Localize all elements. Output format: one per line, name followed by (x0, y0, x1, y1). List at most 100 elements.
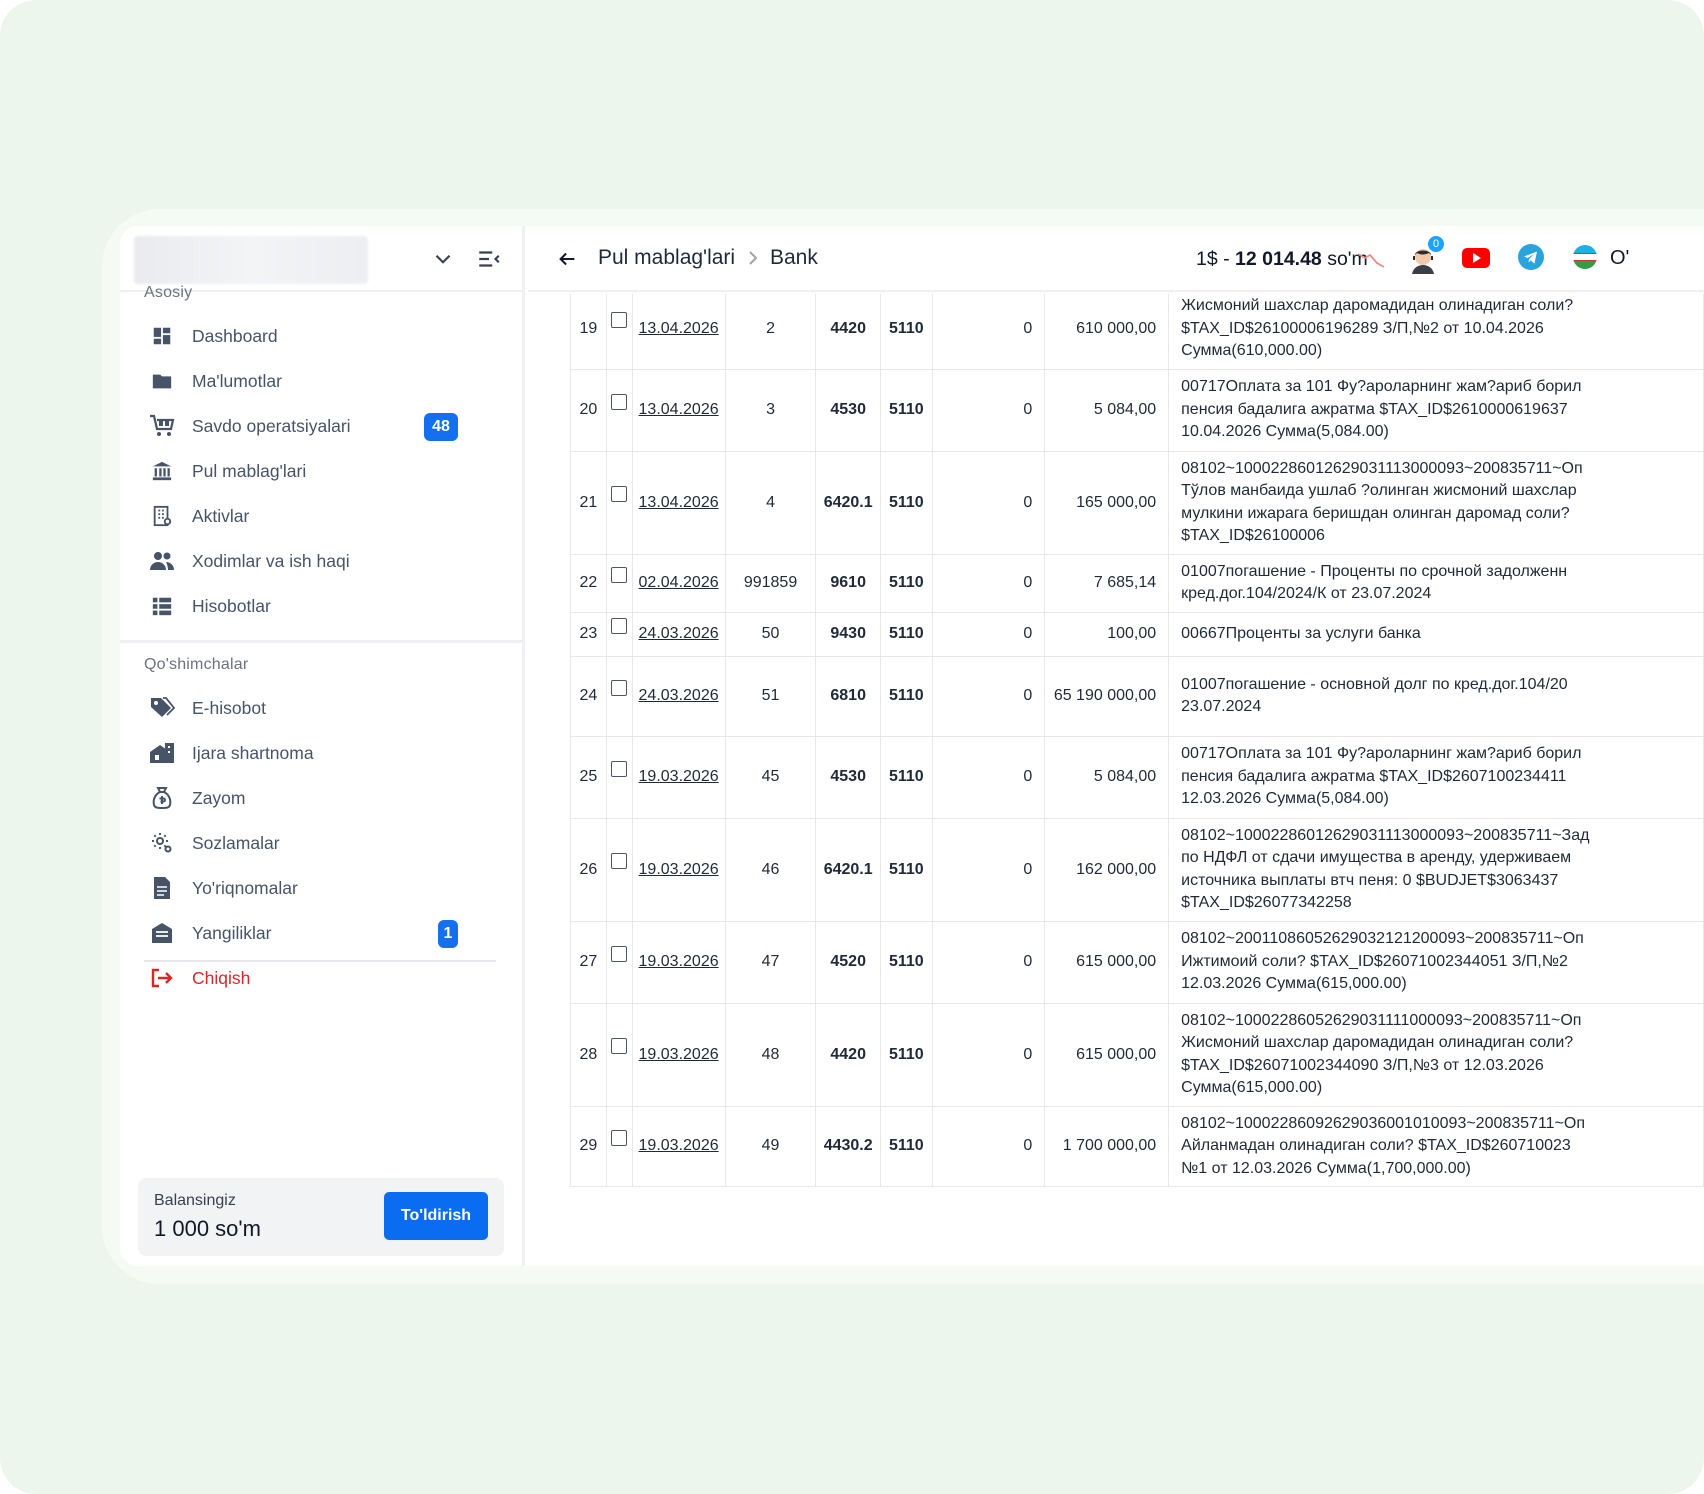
row-date-link[interactable]: 19.03.2026 (639, 1137, 719, 1154)
sidebar-item-ijara[interactable]: Ijara shartnoma (134, 731, 504, 775)
row-date-link[interactable]: 13.04.2026 (639, 320, 719, 337)
app-window: Asosiy Dashboard Ma'lumotlar Savdo opera… (120, 226, 1704, 1266)
row-number: 25 (570, 735, 607, 819)
row-debit-account: 4420 (815, 294, 881, 370)
row-debit-account: 4430.2 (815, 1105, 881, 1187)
sidebar-item-malumotlar[interactable]: Ma'lumotlar (134, 359, 504, 403)
row-checkbox[interactable] (611, 760, 628, 777)
sidebar-item-aktivlar[interactable]: Aktivlar (134, 494, 504, 538)
row-checkbox-cell (605, 294, 633, 370)
row-date-link[interactable]: 24.03.2026 (639, 625, 719, 642)
money-bag-icon (148, 784, 176, 812)
row-description: 00717Оплата за 101 Фу?аролар­нинг жам?ар… (1168, 368, 1704, 452)
telegram-icon[interactable] (1518, 244, 1544, 270)
row-value-zero: 0 (931, 1105, 1046, 1187)
row-date-cell: 24.03.2026 (631, 655, 726, 737)
users-icon (148, 547, 176, 575)
table-row[interactable]: 26 19.03.2026 46 6420.1 5110 0 162 000,00 08102… (570, 817, 1704, 922)
table-row[interactable]: 27 19.03.2026 47 4520 5110 0 615 000,00 08102~2… (570, 920, 1704, 1004)
row-number: 20 (570, 368, 607, 452)
sidebar-item-sozlamalar[interactable]: Sozlamalar (134, 821, 504, 865)
row-checkbox[interactable] (611, 679, 628, 696)
table-row[interactable]: 25 19.03.2026 45 4530 5110 0 5 084,00 00717Опла… (570, 735, 1704, 819)
row-date-link[interactable]: 19.03.2026 (639, 768, 719, 785)
row-amount: 165 000,00 (1044, 450, 1170, 555)
row-checkbox[interactable] (611, 1038, 628, 1054)
sidebar-item-pul-mablaglari[interactable]: Pul mablag'lari (134, 449, 504, 493)
table-row[interactable]: 22 02.04.2026 991859 9610 5110 0 7 685,14 01007… (570, 553, 1704, 613)
description-line: 12.03.2026 Сумма(5,084.00) (1181, 790, 1389, 808)
row-date-link[interactable]: 19.03.2026 (639, 1046, 719, 1063)
description-line: $TAX_ID$26077342258 (1181, 894, 1352, 911)
sidebar-item-xodimlar[interactable]: Xodimlar va ish haqi (134, 539, 504, 583)
sidebar-item-yoriqnomalar[interactable]: Yo'riqnomalar (134, 866, 504, 910)
chevron-down-icon[interactable] (430, 246, 456, 272)
table-row[interactable]: 20 13.04.2026 3 4530 5110 0 5 084,00 00717Оплат… (570, 368, 1704, 452)
row-date-cell: 24.03.2026 (631, 611, 726, 657)
row-amount: 610 000,00 (1044, 294, 1170, 370)
table-row[interactable]: 23 24.03.2026 50 9430 5110 0 100,00 00667Процен… (570, 611, 1704, 657)
sidebar-item-label: Chiqish (192, 967, 251, 988)
breadcrumb-bank: Bank (770, 246, 818, 269)
description-line: Ижтимоий соли? $TAX_ID$26071002344051 З/… (1181, 952, 1568, 970)
row-number: 27 (570, 920, 607, 1004)
uzbekistan-flag-icon[interactable] (1572, 244, 1598, 270)
row-amount: 100,00 (1044, 611, 1170, 657)
sidebar-divider (120, 640, 522, 643)
row-checkbox[interactable] (611, 312, 628, 329)
sidebar-item-dashboard[interactable]: Dashboard (134, 314, 504, 358)
row-date-link[interactable]: 24.03.2026 (639, 687, 719, 704)
row-date-link[interactable]: 13.04.2026 (639, 494, 719, 511)
sidebar-item-chiqish[interactable]: Chiqish (134, 956, 504, 1000)
sidebar-item-hisobotlar[interactable]: Hisobotlar (134, 584, 504, 628)
sidebar-item-e-hisobot[interactable]: E-hisobot (134, 686, 504, 730)
row-date-link[interactable]: 19.03.2026 (639, 953, 719, 970)
sidebar-item-label: Hisobotlar (192, 595, 271, 616)
description-line: 01007погашение - Проценты по срочной зад… (1181, 562, 1568, 580)
description-line: $TAX_ID$26100006 (1181, 527, 1325, 544)
top-up-button[interactable]: To'ldirish (384, 1192, 488, 1240)
balance-card: Balansingiz 1 000 so'm To'ldirish (138, 1178, 504, 1256)
description-line: $TAX_ID$26100006196289 З/П,№2 от 10.04.2… (1181, 319, 1544, 337)
row-checkbox[interactable] (611, 393, 628, 410)
row-checkbox[interactable] (611, 853, 628, 869)
row-checkbox[interactable] (611, 486, 628, 502)
table-row[interactable]: 24 24.03.2026 51 6810 5110 0 65 190 000,00 0100… (570, 655, 1704, 737)
table-row[interactable]: 28 19.03.2026 48 4420 5110 0 615 000,00 08102~1… (570, 1002, 1704, 1107)
row-amount: 615 000,00 (1044, 920, 1170, 1004)
row-debit-account: 9610 (815, 553, 881, 613)
row-value-zero: 0 (931, 368, 1046, 452)
sidebar-item-zayom[interactable]: Zayom (134, 776, 504, 820)
description-line: Жисмоний шахслар даромадидан олинадиган … (1181, 297, 1574, 314)
description-line: 00667Проценты за услуги банка (1181, 624, 1421, 642)
language-selector[interactable]: O' (1610, 247, 1629, 270)
table-row[interactable]: 19 13.04.2026 2 4420 5110 0 610 000,00 Жисмоний… (570, 294, 1704, 370)
row-date-link[interactable]: 19.03.2026 (639, 861, 719, 878)
row-doc-number: 3 (724, 368, 817, 452)
breadcrumb-pul-mablaglari[interactable]: Pul mablag'lari (598, 246, 735, 270)
bank-icon (148, 457, 176, 485)
row-date-link[interactable]: 02.04.2026 (639, 574, 719, 591)
row-checkbox[interactable] (611, 617, 628, 634)
description-line: 08102~10002286012629031113000093~2008357… (1181, 826, 1590, 844)
row-doc-number: 50 (724, 611, 817, 657)
collapse-menu-icon[interactable] (476, 246, 502, 272)
table-row[interactable]: 29 19.03.2026 49 4430.2 5110 0 1 700 000,00 081… (570, 1105, 1704, 1187)
row-number: 28 (570, 1002, 607, 1107)
youtube-icon[interactable] (1462, 248, 1490, 268)
savdo-badge: 48 (424, 413, 458, 441)
row-date-link[interactable]: 13.04.2026 (639, 401, 719, 418)
row-description: 01007погашение - основной долг по кред.д… (1168, 655, 1704, 737)
row-doc-number: 48 (724, 1002, 817, 1107)
row-checkbox[interactable] (611, 1129, 628, 1146)
row-checkbox[interactable] (611, 566, 628, 583)
warehouse-icon (148, 739, 176, 767)
row-value-zero: 0 (931, 611, 1046, 657)
table-row[interactable]: 21 13.04.2026 4 6420.1 5110 0 165 000,00 08102~… (570, 450, 1704, 555)
row-description: 08102~10002286092629036001010093~2008357… (1168, 1105, 1704, 1187)
row-checkbox[interactable] (611, 945, 628, 962)
top-bar: Pul mablag'lari Bank 1$ - 12 014.48 so'm… (528, 226, 1704, 292)
transactions-table: 19 13.04.2026 2 4420 5110 0 610 000,00 Жисмоний… (570, 294, 1704, 1187)
back-arrow-icon[interactable] (556, 248, 578, 270)
description-line: 08102~10002286012629031113000093~2008357… (1181, 459, 1583, 477)
